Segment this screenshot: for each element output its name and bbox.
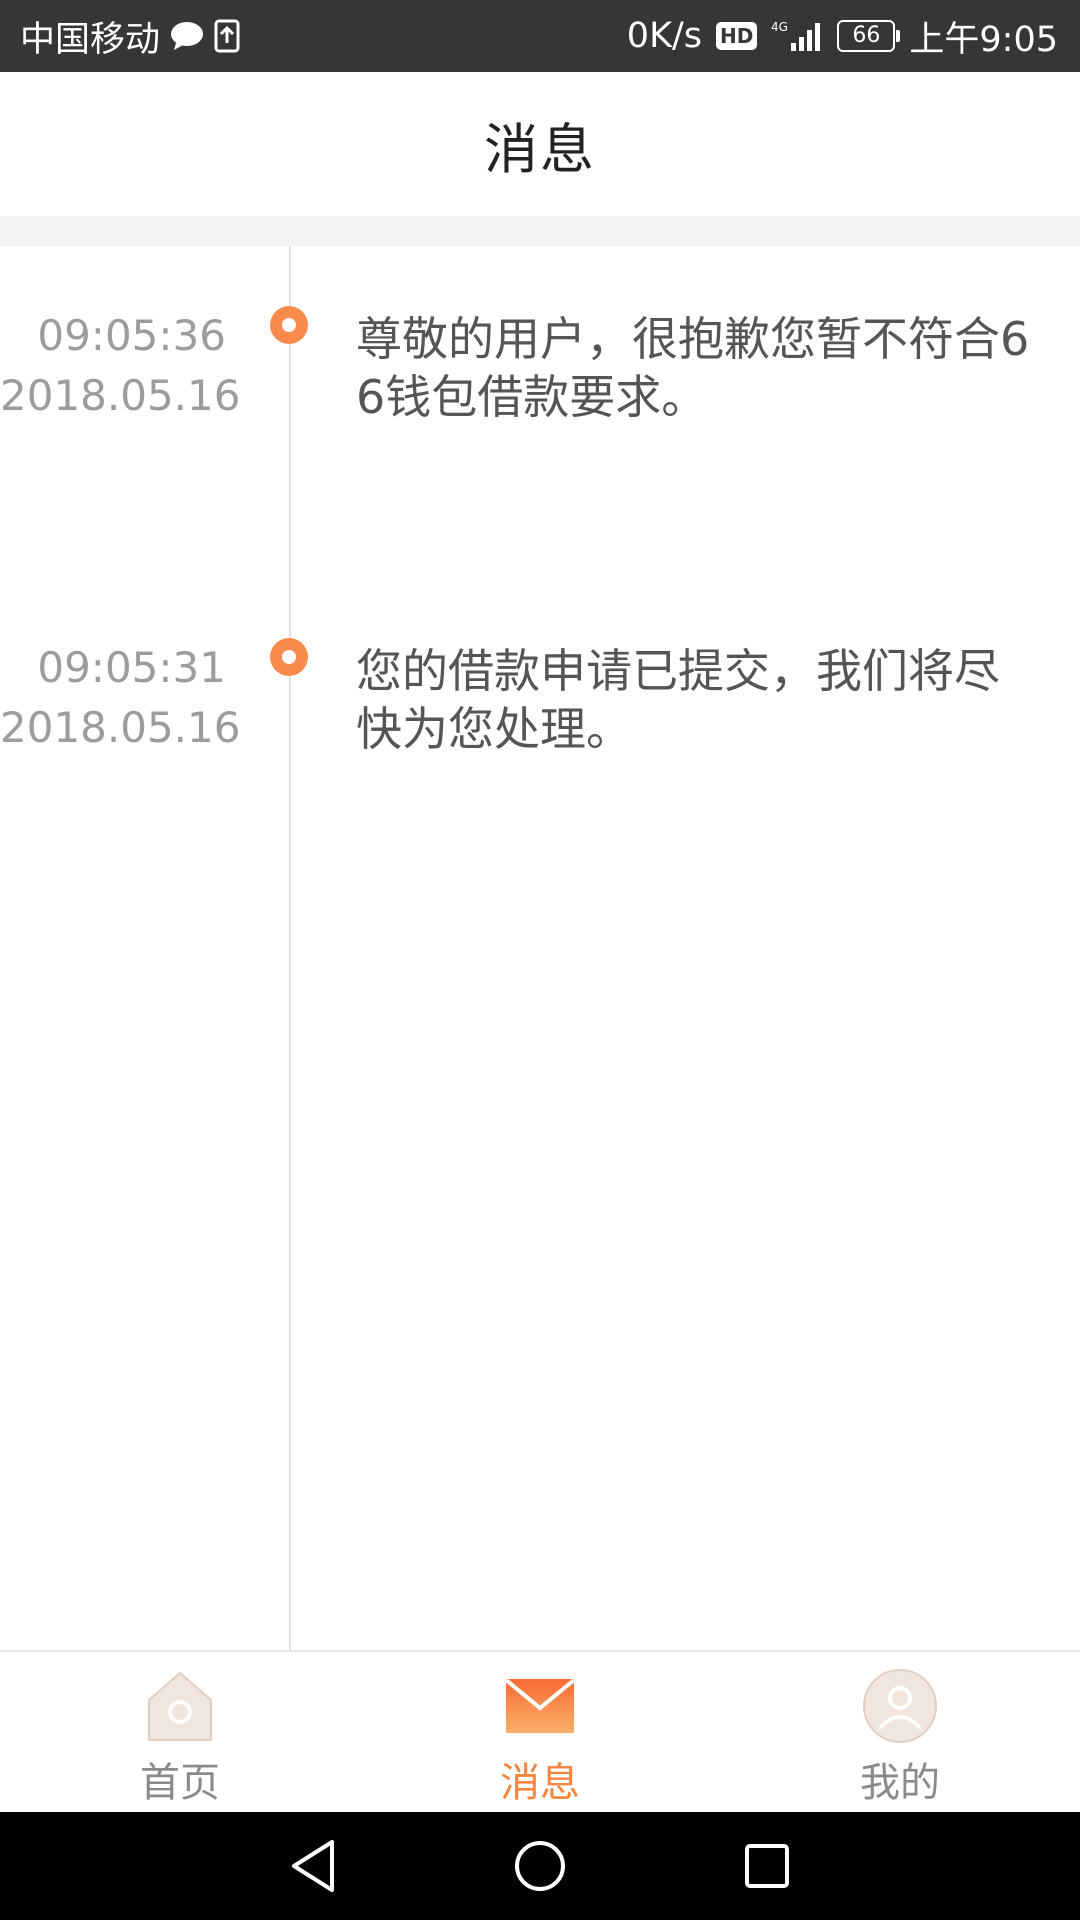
message-timestamp: 09:05:36 2018.05.16 [0, 306, 241, 426]
net-speed: 0K/s [626, 16, 703, 56]
screen: 中国移动 0K/s HD 4G 66 上午9:05 消息 09:05:36 20… [0, 0, 1080, 1920]
tab-profile-label: 我的 [860, 1760, 940, 1806]
status-right: 0K/s HD 4G 66 上午9:05 [627, 11, 1058, 62]
message-timestamp: 09:05:31 2018.05.16 [0, 638, 241, 758]
tab-messages[interactable]: 消息 [360, 1652, 720, 1812]
carrier-name: 中国移动 [20, 19, 161, 60]
system-nav-bar [0, 1812, 1080, 1920]
status-bar: 中国移动 0K/s HD 4G 66 上午9:05 [0, 0, 1080, 72]
mail-icon [500, 1666, 580, 1746]
message-text: 您的借款申请已提交，我们将尽快为您处理。 [356, 644, 1000, 756]
message-time: 09:05:31 [37, 643, 226, 692]
message-time: 09:05:36 [37, 311, 226, 360]
message-text: 尊敬的用户，很抱歉您暂不符合66钱包借款要求。 [356, 312, 1030, 424]
upload-icon [214, 19, 240, 53]
tab-home[interactable]: 首页 [0, 1652, 360, 1812]
tab-profile[interactable]: 我的 [720, 1652, 1080, 1812]
home-nav-icon[interactable] [505, 1831, 575, 1901]
timeline-dot-icon [270, 306, 308, 344]
message-date: 2018.05.16 [0, 371, 241, 420]
battery-level: 66 [852, 23, 881, 48]
message-date: 2018.05.16 [0, 703, 241, 752]
recents-icon[interactable] [732, 1831, 802, 1901]
home-icon [140, 1666, 220, 1746]
signal-icon: 4G [771, 19, 823, 53]
battery-icon: 66 [837, 20, 901, 52]
timeline-dot-icon [270, 638, 308, 676]
timeline-line [289, 246, 291, 1650]
tab-home-label: 首页 [140, 1760, 220, 1806]
back-icon[interactable] [278, 1831, 348, 1901]
header-divider [0, 216, 1080, 246]
page-title: 消息 [484, 117, 596, 181]
bottom-tab-bar: 首页 消息 我的 [0, 1650, 1080, 1812]
hd-badge: HD [716, 22, 758, 50]
status-left: 中国移动 [20, 11, 240, 62]
tab-messages-label: 消息 [500, 1760, 580, 1806]
page-header: 消息 [0, 72, 1080, 216]
network-type: 4G [771, 20, 788, 34]
chat-bubble-icon [170, 21, 204, 51]
status-time: 上午9:05 [909, 19, 1058, 60]
profile-icon [860, 1666, 940, 1746]
